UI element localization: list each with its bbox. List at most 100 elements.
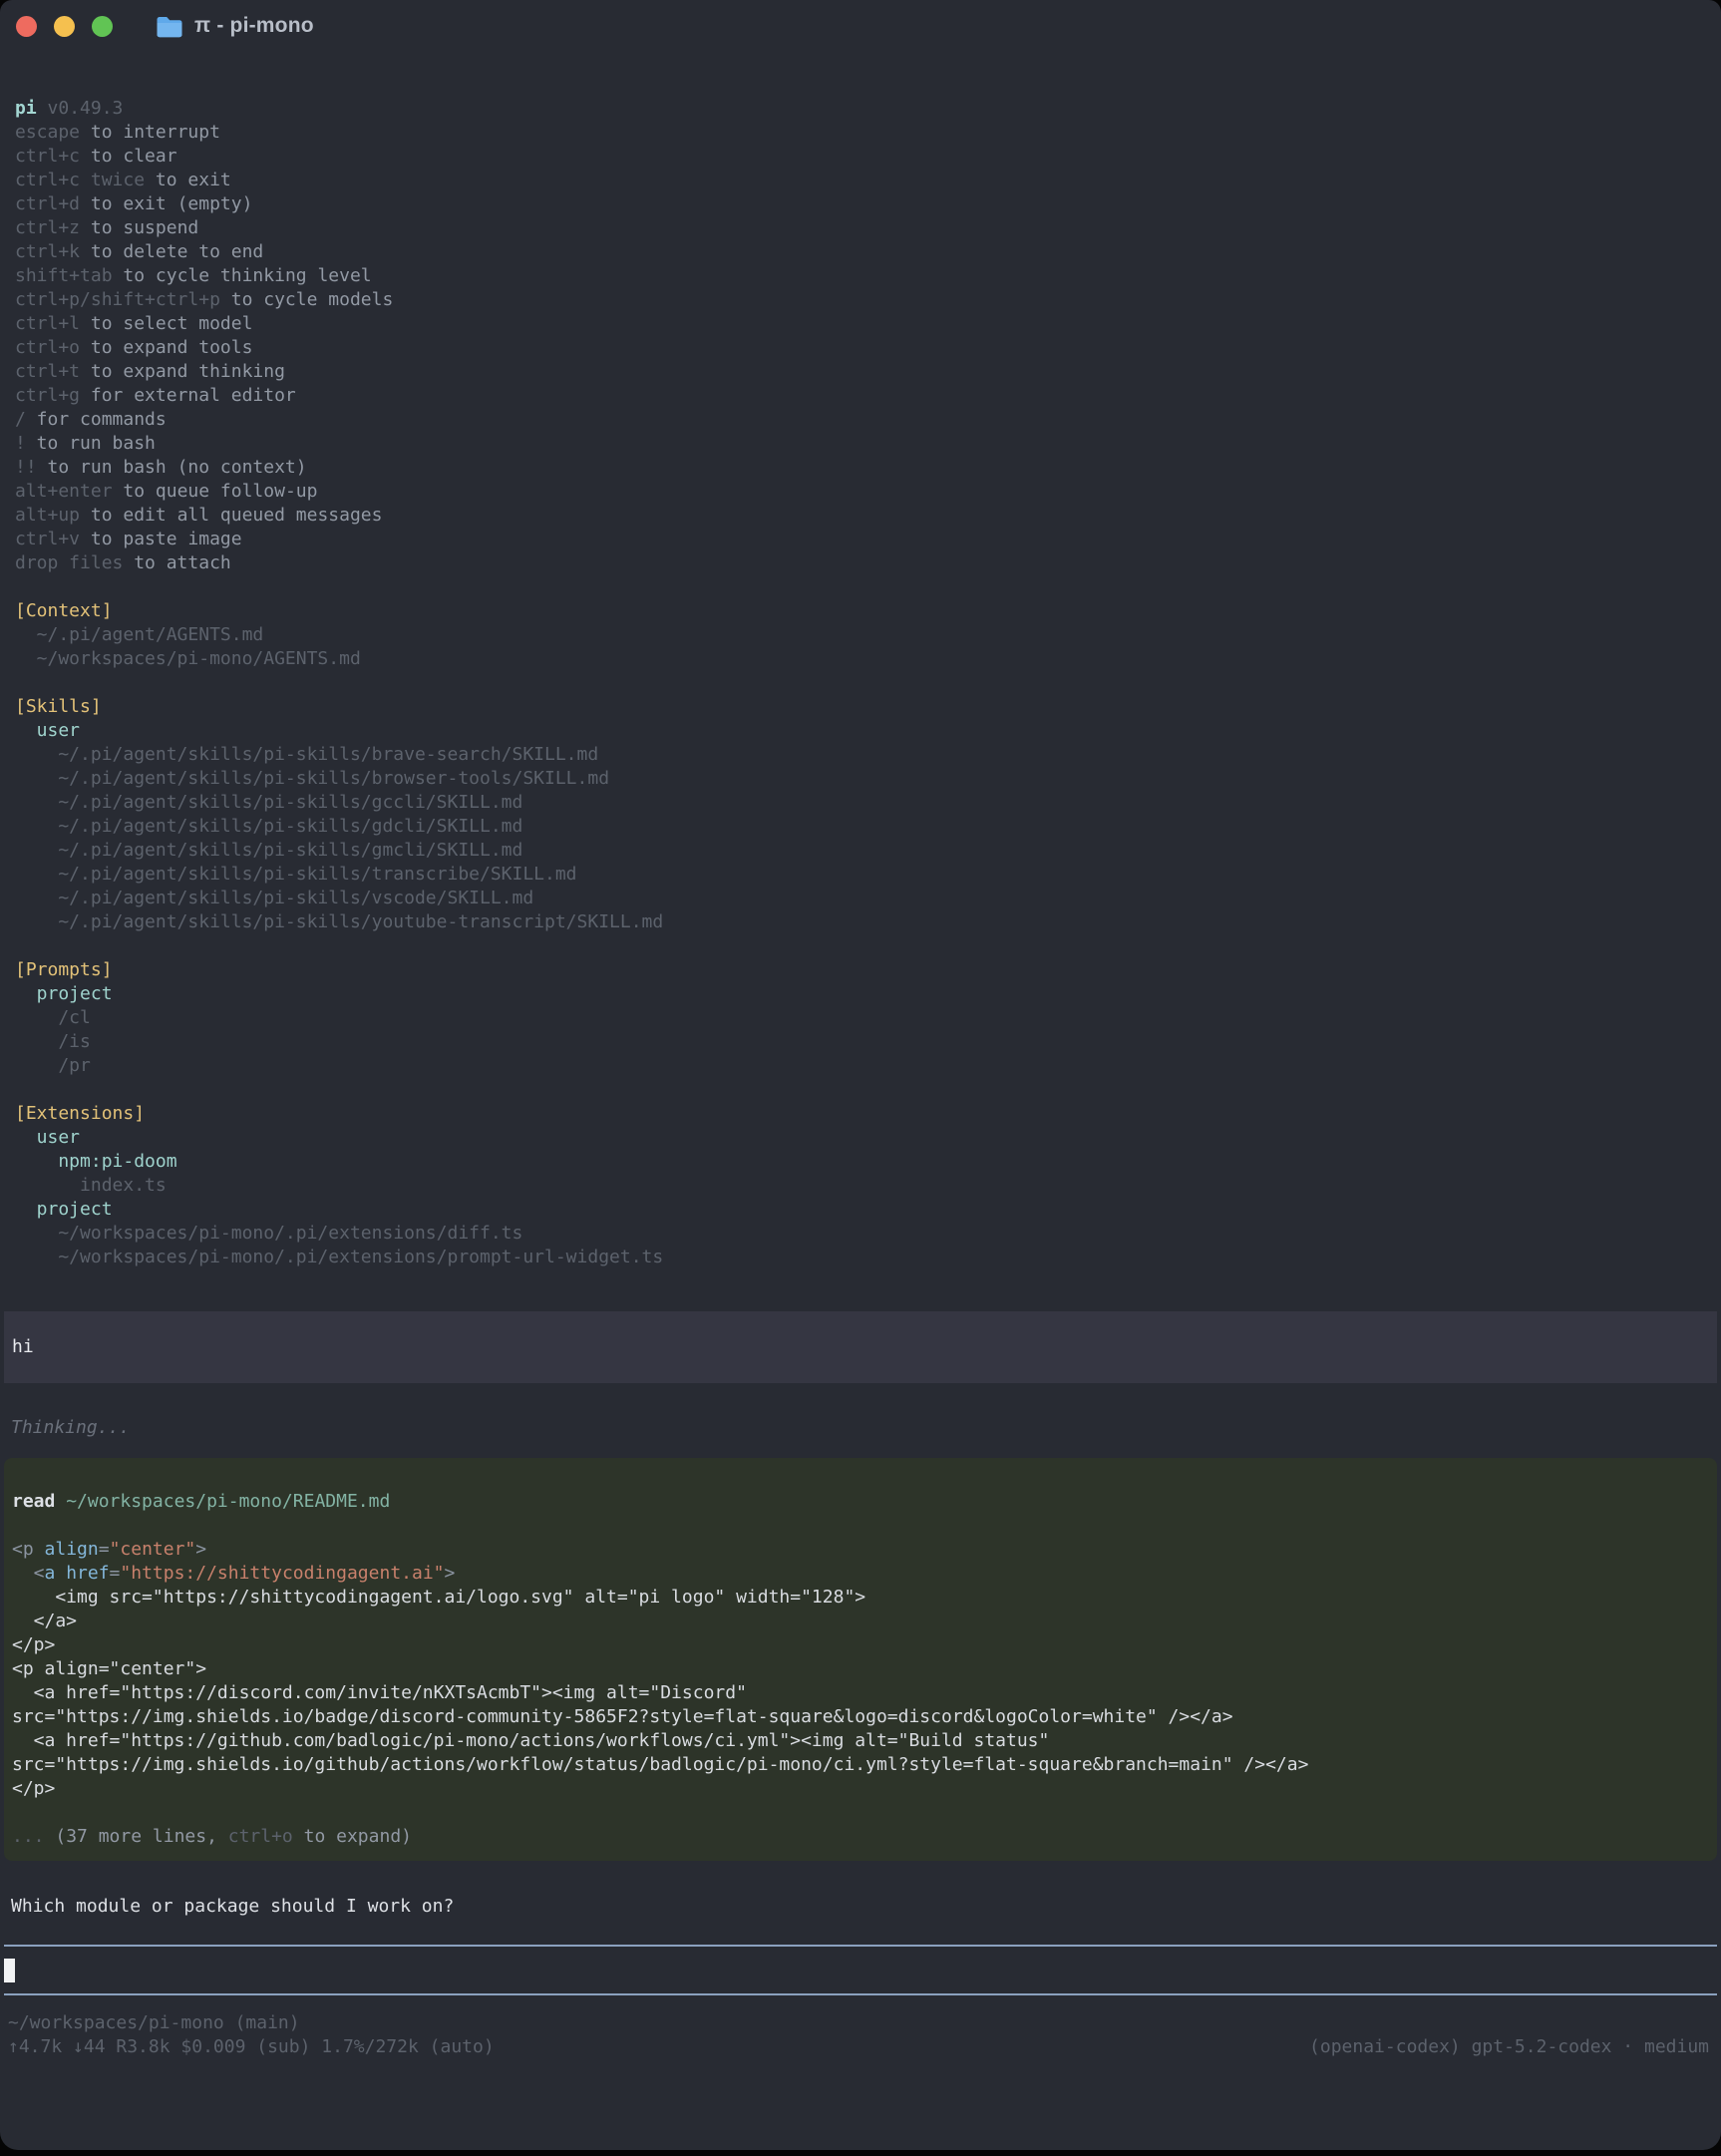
- terminal-line: alt+enter to queue follow-up: [0, 480, 1721, 504]
- text-segment: ~/workspaces/pi-mono/AGENTS.md: [15, 648, 361, 669]
- terminal-line: alt+up to edit all queued messages: [0, 504, 1721, 528]
- text-segment: !!: [15, 457, 37, 478]
- text-segment: ~/.pi/agent/skills/pi-skills/brave-searc…: [15, 744, 598, 765]
- terminal-line: npm:pi-doom: [0, 1150, 1721, 1174]
- text-segment: "center": [110, 1539, 196, 1560]
- tool-output: <p align="center"> <a href="https://shit…: [4, 1538, 1717, 1849]
- text-segment: npm:pi-doom: [15, 1151, 177, 1172]
- terminal-line: project: [0, 1198, 1721, 1222]
- tool-name: read: [12, 1491, 55, 1512]
- user-message-text: hi: [4, 1335, 1717, 1359]
- text-segment: <a href="https://github.com/badlogic/pi-…: [12, 1730, 1049, 1751]
- text-segment: to cycle thinking level: [113, 265, 372, 286]
- text-segment: !: [15, 433, 26, 454]
- tool-call-box: read ~/workspaces/pi-mono/README.md <p a…: [4, 1458, 1717, 1861]
- zoom-button[interactable]: [92, 16, 113, 37]
- text-segment: project: [15, 1199, 113, 1220]
- text-segment: to run bash (no context): [37, 457, 307, 478]
- token-status: ↑4.7k ↓44 R3.8k $0.009 (sub) 1.7%/272k (…: [8, 2035, 495, 2059]
- terminal-line: [0, 934, 1721, 958]
- text-segment: to exit: [145, 170, 231, 190]
- text-segment: alt+enter: [15, 481, 113, 502]
- text-segment: <p: [12, 1539, 34, 1560]
- text-segment: >: [195, 1539, 206, 1560]
- text-segment: </p>: [12, 1634, 55, 1655]
- text-segment: alt+up: [15, 505, 80, 526]
- text-segment: ~/.pi/agent/skills/pi-skills/youtube-tra…: [15, 911, 663, 932]
- terminal-line: ~/workspaces/pi-mono/.pi/extensions/diff…: [0, 1222, 1721, 1246]
- text-segment: =: [110, 1563, 121, 1584]
- text-segment: ctrl+k: [15, 241, 80, 262]
- minimize-button[interactable]: [54, 16, 75, 37]
- terminal-line: ~/.pi/agent/skills/pi-skills/gdcli/SKILL…: [0, 815, 1721, 839]
- text-segment: escape: [15, 122, 80, 143]
- terminal-line: escape to interrupt: [0, 121, 1721, 145]
- terminal-line: ctrl+z to suspend: [0, 216, 1721, 240]
- terminal-line: ctrl+g for external editor: [0, 384, 1721, 408]
- text-segment: <: [12, 1563, 45, 1584]
- text-segment: ~/workspaces/pi-mono/.pi/extensions/diff…: [15, 1223, 522, 1244]
- text-segment: user: [15, 720, 80, 741]
- user-message: hi: [4, 1311, 1717, 1383]
- terminal-line: </p>: [4, 1777, 1717, 1801]
- close-button[interactable]: [16, 16, 37, 37]
- text-segment: project: [15, 983, 113, 1004]
- terminal-line: drop files to attach: [0, 551, 1721, 575]
- text-segment: a href: [45, 1563, 110, 1584]
- text-segment: ~/.pi/agent/skills/pi-skills/gdcli/SKILL…: [15, 816, 522, 837]
- text-segment: ctrl+c twice: [15, 170, 145, 190]
- text-segment: to select model: [80, 313, 252, 334]
- terminal-line: ctrl+p/shift+ctrl+p to cycle models: [0, 288, 1721, 312]
- text-segment: [Prompts]: [15, 959, 113, 980]
- text-segment: ctrl+v: [15, 529, 80, 549]
- text-segment: to run bash: [26, 433, 156, 454]
- terminal-line: ctrl+d to exit (empty): [0, 192, 1721, 216]
- terminal-line: !! to run bash (no context): [0, 456, 1721, 480]
- text-segment: ~/workspaces/pi-mono/.pi/extensions/prom…: [15, 1247, 663, 1267]
- terminal-line: ... (37 more lines, ctrl+o to expand): [4, 1825, 1717, 1849]
- terminal-line: ~/.pi/agent/skills/pi-skills/vscode/SKIL…: [0, 887, 1721, 910]
- terminal-line: <p align="center">: [4, 1538, 1717, 1562]
- terminal-line: [Context]: [0, 599, 1721, 623]
- text-segment: ctrl+o: [228, 1826, 293, 1847]
- terminal-line: ~/.pi/agent/skills/pi-skills/gmcli/SKILL…: [0, 839, 1721, 863]
- terminal-line: <a href="https://discord.com/invite/nKXT…: [4, 1681, 1717, 1705]
- terminal-line: pi v0.49.3: [0, 97, 1721, 121]
- stats-line: ↑4.7k ↓44 R3.8k $0.009 (sub) 1.7%/272k (…: [0, 2035, 1721, 2059]
- terminal-line: ctrl+v to paste image: [0, 528, 1721, 551]
- terminal-line: ~/workspaces/pi-mono/.pi/extensions/prom…: [0, 1246, 1721, 1269]
- text-segment: ~/.pi/agent/AGENTS.md: [15, 624, 263, 645]
- startup-output: pi v0.49.3escape to interruptctrl+c to c…: [0, 97, 1721, 1269]
- text-segment: drop files: [15, 552, 123, 573]
- text-segment: ctrl+t: [15, 361, 80, 382]
- terminal-line: ctrl+l to select model: [0, 312, 1721, 336]
- terminal-line: <p align="center">: [4, 1657, 1717, 1681]
- prompt-input[interactable]: [4, 1945, 1717, 1995]
- terminal-line: </a>: [4, 1610, 1717, 1633]
- text-segment: </a>: [12, 1611, 77, 1631]
- text-segment: </p>: [12, 1778, 55, 1799]
- terminal-line: user: [0, 1126, 1721, 1150]
- text-segment: v0.49.3: [37, 98, 124, 119]
- text-segment: /pr: [15, 1055, 91, 1076]
- terminal-line: /cl: [0, 1006, 1721, 1030]
- text-segment: src="https://img.shields.io/badge/discor…: [12, 1706, 1233, 1727]
- text-segment: ~/.pi/agent/skills/pi-skills/transcribe/…: [15, 864, 577, 885]
- terminal-line: [Skills]: [0, 695, 1721, 719]
- terminal-line: /is: [0, 1030, 1721, 1054]
- text-segment: ctrl+z: [15, 217, 80, 238]
- terminal-line: ~/.pi/agent/skills/pi-skills/browser-too…: [0, 767, 1721, 791]
- text-segment: to cycle models: [220, 289, 393, 310]
- text-segment: pi: [15, 98, 37, 119]
- terminal-line: <a href="https://shittycodingagent.ai">: [4, 1562, 1717, 1586]
- terminal-line: ctrl+o to expand tools: [0, 336, 1721, 360]
- text-segment: to interrupt: [80, 122, 220, 143]
- terminal-line: [0, 671, 1721, 695]
- status-bar: ~/workspaces/pi-mono (main) ↑4.7k ↓44 R3…: [0, 2011, 1721, 2059]
- text-segment: to exit (empty): [80, 193, 252, 214]
- terminal-line: ~/workspaces/pi-mono/AGENTS.md: [0, 647, 1721, 671]
- text-segment: <a href="https://discord.com/invite/nKXT…: [12, 1682, 747, 1703]
- terminal-line: [0, 1078, 1721, 1102]
- text-segment: ~/.pi/agent/skills/pi-skills/browser-too…: [15, 768, 609, 789]
- terminal-line: [4, 1801, 1717, 1825]
